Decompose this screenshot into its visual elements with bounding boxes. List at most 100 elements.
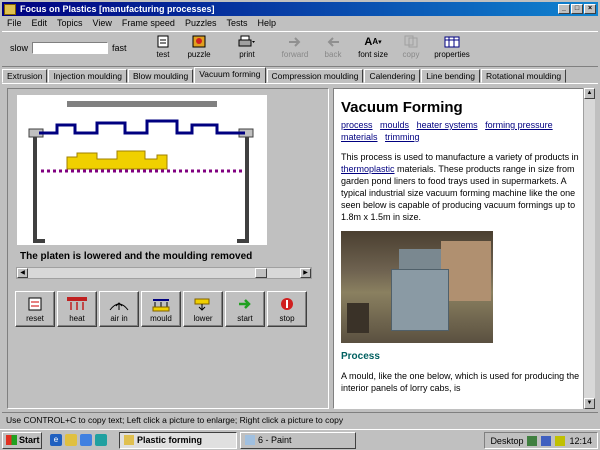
font-size-button[interactable]: A A ▾ font size [352,35,394,65]
status-bar: Use CONTROL+C to copy text; Left click a… [2,412,598,426]
heat-button[interactable]: heat [57,291,97,327]
scroll-right-arrow-icon[interactable]: ▶ [300,268,311,278]
menu-help[interactable]: Help [252,17,281,30]
animation-panel: The platen is lowered and the moulding r… [7,88,329,409]
mould-label: mould [150,314,172,323]
start-button-taskbar[interactable]: Start [2,431,42,449]
tab-blow-moulding[interactable]: Blow moulding [127,69,194,83]
maximize-button[interactable]: □ [571,4,583,14]
task-paint[interactable]: 6 - Paint [240,431,356,449]
tray-volume-icon[interactable] [555,435,566,446]
tab-compression-moulding[interactable]: Compression moulding [266,69,364,83]
scroll-thumb[interactable] [255,268,267,278]
reset-button[interactable]: reset [15,291,55,327]
stop-button[interactable]: stop [267,291,307,327]
link-thermoplastic[interactable]: thermoplastic [341,164,395,174]
start-button[interactable]: start [225,291,265,327]
reset-icon [16,295,54,313]
task-plastic-forming[interactable]: Plastic forming [119,431,237,449]
menu-puzzles[interactable]: Puzzles [180,17,222,30]
back-arrow-icon [324,35,342,48]
close-button[interactable]: × [584,4,596,14]
frame-speed-control: slow fast [10,42,127,54]
scroll-up-arrow-icon[interactable]: ▲ [584,88,595,99]
stop-label: stop [279,314,295,323]
menu-tests[interactable]: Tests [221,17,252,30]
air-in-icon [100,295,138,313]
font-size-icon: A A ▾ [364,35,382,48]
puzzle-button[interactable]: puzzle [178,35,220,65]
copy-button[interactable]: copy [390,35,432,65]
process-tabs: Extrusion Injection moulding Blow mouldi… [2,67,567,84]
clock[interactable]: 12:14 [569,436,592,446]
article-process-text: A mould, like the one below, which is us… [341,371,580,393]
internet-explorer-icon[interactable]: e [50,434,62,446]
desktop-icon[interactable] [80,434,92,446]
taskbar: Start e Plastic forming 6 - Paint Deskto… [0,429,600,450]
back-label: back [324,50,342,59]
title-bar: Focus on Plastics [manufacturing process… [2,2,598,16]
outlook-icon[interactable] [65,434,77,446]
back-button[interactable]: back [312,35,354,65]
printer-icon [238,35,256,48]
vacuum-forming-machine-photo[interactable] [341,231,493,343]
scroll-left-arrow-icon[interactable]: ◀ [17,268,28,278]
link-materials[interactable]: materials [341,132,378,142]
mould-icon [142,295,180,313]
tab-vacuum-forming[interactable]: Vacuum forming [194,67,266,83]
app-icon [4,3,16,15]
forward-button[interactable]: forward [274,35,316,65]
font-size-label: font size [358,50,388,59]
animation-scrollbar[interactable]: ◀ ▶ [16,267,312,279]
article-scrollbar[interactable]: ▲ ▼ [583,88,595,409]
properties-label: properties [434,50,470,59]
tab-line-bending[interactable]: Line bending [421,69,480,83]
tab-injection-moulding[interactable]: Injection moulding [48,69,127,83]
minimize-button[interactable]: _ [558,4,570,14]
window-title: Focus on Plastics [manufacturing process… [20,4,215,14]
print-button[interactable]: print [226,35,268,65]
start-label: Start [19,435,40,445]
link-process[interactable]: process [341,120,373,130]
article-links: process moulds heater systems forming pr… [341,119,581,143]
heat-label: heat [69,314,85,323]
speed-slider[interactable] [32,42,109,54]
tray-display-icon[interactable] [541,435,552,446]
desktop-toolbar-label[interactable]: Desktop [490,436,523,446]
link-trimming[interactable]: trimming [385,132,420,142]
menu-bar: File Edit Topics View Frame speed Puzzle… [2,17,281,30]
system-tray: Desktop 12:14 [484,432,598,449]
quick-launch: e [50,434,107,446]
link-heater-systems[interactable]: heater systems [417,120,478,130]
menu-file[interactable]: File [2,17,27,30]
toolbar: slow fast test puzzle print forward back… [2,31,598,67]
link-moulds[interactable]: moulds [380,120,409,130]
tab-calendering[interactable]: Calendering [364,69,421,83]
properties-button[interactable]: properties [428,35,476,65]
scroll-down-arrow-icon[interactable]: ▼ [584,398,595,409]
start-arrow-icon [226,295,264,313]
menu-frame-speed[interactable]: Frame speed [117,17,180,30]
menu-topics[interactable]: Topics [52,17,88,30]
lower-button[interactable]: lower [183,291,223,327]
mould-shape [66,150,168,170]
air-in-button[interactable]: air in [99,291,139,327]
channels-icon[interactable] [95,434,107,446]
tray-network-icon[interactable] [527,435,538,446]
paint-icon [245,435,255,445]
properties-icon [443,35,461,48]
link-forming-pressure[interactable]: forming pressure [485,120,553,130]
left-clamp [28,128,45,243]
tab-rotational-moulding[interactable]: Rotational moulding [480,69,567,83]
lower-icon [184,295,222,313]
copy-label: copy [402,50,420,59]
menu-edit[interactable]: Edit [27,17,53,30]
start-label: start [237,314,253,323]
article-intro: This process is used to manufacture a va… [341,152,579,222]
process-subheading: Process [341,351,380,362]
tab-extrusion[interactable]: Extrusion [2,69,48,83]
vacuum-forming-animation[interactable] [17,95,267,245]
mould-button[interactable]: mould [141,291,181,327]
article-panel: Vacuum Forming process moulds heater sys… [333,88,595,409]
menu-view[interactable]: View [88,17,117,30]
